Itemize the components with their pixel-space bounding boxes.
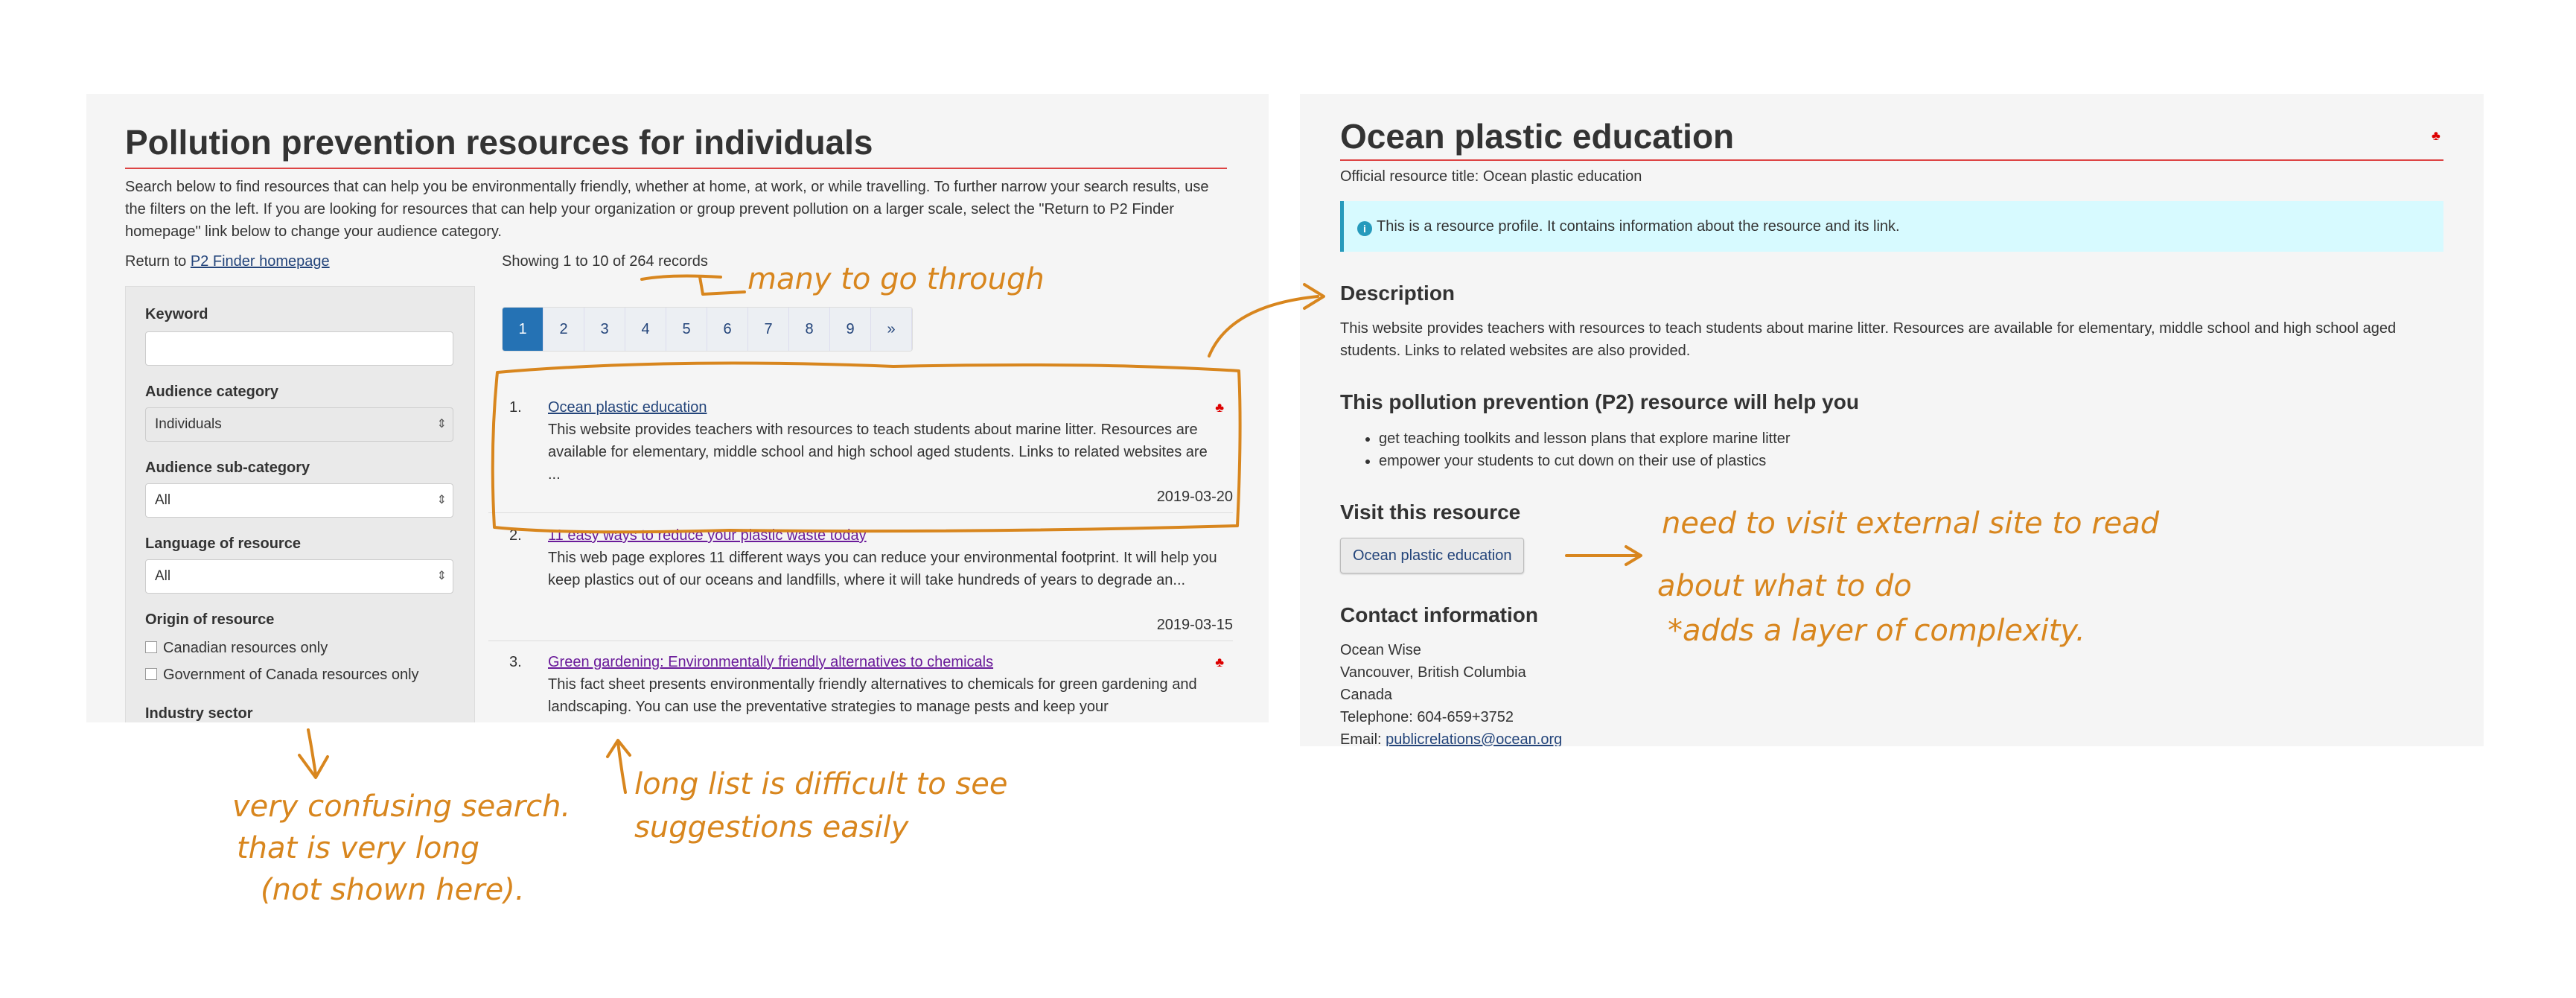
annotation-external-3: *adds a layer of complexity.: [1668, 614, 2085, 648]
arrow-stroke: [1208, 295, 1319, 357]
annotation-external-1: need to visit external site to read: [1662, 506, 2160, 541]
annotation-list-2: suggestions easily: [634, 810, 910, 845]
underline-stroke: [640, 274, 722, 281]
arrow-stroke: [698, 276, 746, 296]
annotation-layer: many to go through need to visit externa…: [232, 262, 2160, 907]
annotation-search-3: (not shown here).: [261, 873, 525, 907]
annotation-too-many: many to go through: [747, 262, 1045, 296]
annotation-search-2: that is very long: [237, 831, 479, 865]
annotation-search-1: very confusing search.: [232, 789, 570, 824]
annotation-list-1: long list is difficult to see: [634, 767, 1007, 801]
annotation-external-2: about what to do: [1657, 569, 1912, 603]
highlight-box-stroke: [491, 361, 1242, 534]
